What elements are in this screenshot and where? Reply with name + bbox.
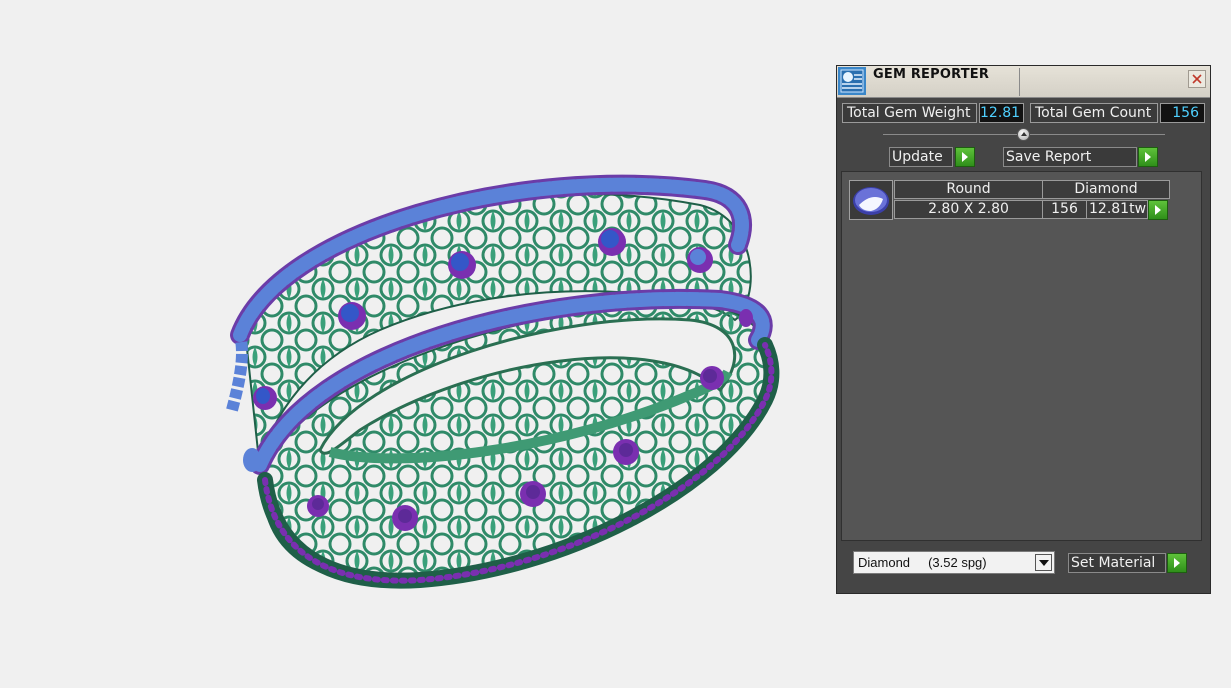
gem-material-cell[interactable]: Diamond bbox=[1042, 180, 1170, 199]
bangle-render bbox=[226, 174, 780, 589]
close-icon[interactable] bbox=[1188, 70, 1206, 88]
set-material-button[interactable]: Set Material bbox=[1068, 553, 1166, 573]
total-gem-weight-value: 12.81 bbox=[979, 103, 1024, 123]
gem-count-cell[interactable]: 156 bbox=[1042, 200, 1087, 219]
gem-shape-cell[interactable]: Round bbox=[894, 180, 1043, 199]
gem-reporter-icon bbox=[838, 67, 866, 95]
panel-titlebar[interactable]: GEM REPORTER bbox=[837, 66, 1210, 98]
update-go-icon[interactable] bbox=[955, 147, 975, 167]
gem-size-cell[interactable]: 2.80 X 2.80 bbox=[894, 200, 1043, 219]
gem-weight-cell[interactable]: 12.81tw bbox=[1086, 200, 1148, 219]
gem-round-icon bbox=[849, 180, 893, 220]
slider-knob-icon[interactable] bbox=[1017, 128, 1030, 141]
material-select[interactable]: Diamond (3.52 spg) bbox=[853, 551, 1055, 574]
title-divider bbox=[1019, 68, 1020, 96]
gem-list[interactable] bbox=[841, 171, 1202, 541]
set-material-go-icon[interactable] bbox=[1167, 553, 1187, 573]
total-gem-count-value: 156 bbox=[1160, 103, 1205, 123]
gem-reporter-panel: GEM REPORTER Total Gem Weight 12.81 Tota… bbox=[836, 65, 1211, 594]
total-gem-count-label: Total Gem Count bbox=[1030, 103, 1158, 123]
panel-title: GEM REPORTER bbox=[873, 67, 990, 82]
material-select-value: Diamond (3.52 spg) bbox=[858, 555, 987, 570]
gem-row-go-icon[interactable] bbox=[1148, 200, 1168, 220]
update-button[interactable]: Update bbox=[889, 147, 953, 167]
total-gem-weight-label: Total Gem Weight bbox=[842, 103, 977, 123]
save-report-button[interactable]: Save Report bbox=[1003, 147, 1137, 167]
chevron-down-icon[interactable] bbox=[1035, 554, 1052, 571]
model-viewport[interactable] bbox=[0, 0, 820, 688]
save-report-go-icon[interactable] bbox=[1138, 147, 1158, 167]
